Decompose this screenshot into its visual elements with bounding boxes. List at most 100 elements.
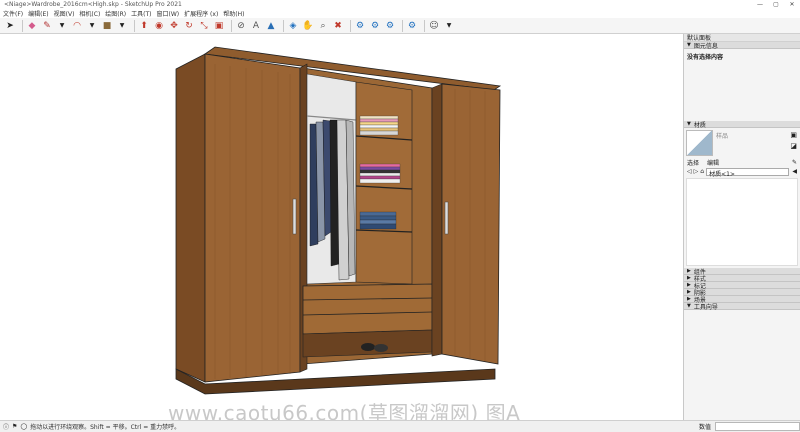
material-placeholder: 样品 xyxy=(716,133,729,140)
zoom-icon[interactable]: ⌕ xyxy=(317,20,329,32)
expand-triangle-icon: ▶ xyxy=(687,282,691,288)
menu-bar: 文件(F) 编辑(E) 视图(V) 相机(C) 绘图(R) 工具(T) 窗口(W… xyxy=(0,9,800,18)
home-icon[interactable]: ⌂ xyxy=(700,168,704,175)
layout-icon[interactable]: ⚙ xyxy=(406,20,418,32)
menu-window[interactable]: 窗口(W) xyxy=(157,9,180,18)
follow-me-icon[interactable]: ◉ xyxy=(153,20,165,32)
measurements-label: 数值 xyxy=(699,424,712,431)
entity-info-title: 图元信息 xyxy=(693,42,718,50)
push-pull-icon[interactable]: ⬆ xyxy=(138,20,150,32)
menu-edit[interactable]: 编辑(E) xyxy=(28,9,48,18)
instructor-header[interactable]: ▼ 工具向导 xyxy=(684,303,800,311)
measurements-box: 数值 xyxy=(695,422,800,432)
tab-edit[interactable]: 编辑 xyxy=(707,158,719,167)
select-tool-icon[interactable]: ➤ xyxy=(4,20,16,32)
toolbar-separator xyxy=(231,19,232,32)
material-grid[interactable] xyxy=(686,178,798,266)
menu-camera[interactable]: 相机(C) xyxy=(79,9,100,18)
rotate-icon[interactable]: ↻ xyxy=(183,20,195,32)
eyedropper-icon[interactable]: ✎ xyxy=(792,159,800,166)
measurements-input[interactable] xyxy=(715,422,800,431)
toolbar-separator xyxy=(350,19,351,32)
wardrobe-model xyxy=(175,46,502,395)
pencil-icon[interactable]: ✎ xyxy=(41,20,53,32)
modeling-viewport[interactable] xyxy=(0,34,683,420)
instructor-title: 工具向导 xyxy=(693,303,718,311)
menu-draw[interactable]: 绘图(R) xyxy=(105,9,126,18)
right-door[interactable] xyxy=(441,83,501,365)
orbit-icon[interactable]: ◈ xyxy=(287,20,299,32)
folded-clothes-top xyxy=(359,115,399,136)
left-door-handle xyxy=(292,198,297,235)
materials-nav: ◁ ▷ ⌂ 材质<1> ◀ xyxy=(684,167,800,178)
scale-icon[interactable]: ⤡ xyxy=(198,20,210,32)
offset-icon[interactable]: ▣ xyxy=(213,20,225,32)
toolbar-separator xyxy=(22,19,23,32)
zoom-extents-icon[interactable]: ✖ xyxy=(332,20,344,32)
expand-triangle-icon: ▶ xyxy=(687,275,691,281)
collapse-triangle-icon: ▼ xyxy=(687,42,691,48)
menu-file[interactable]: 文件(F) xyxy=(3,9,23,18)
tab-select[interactable]: 选择 xyxy=(687,158,699,167)
right-door-edge xyxy=(431,83,443,357)
details-arrow-icon[interactable]: ◀ xyxy=(792,168,800,175)
default-tray: 默认面板 ▼ 图元信息 没有选择内容 ▼ 材质 样品 ▣ ◪ 选择 编辑 ✎ ◁… xyxy=(683,34,800,420)
dropdown-icon[interactable]: ▼ xyxy=(116,20,128,32)
status-bar: ⓘ ⚑ ◯ 拖动以进行环绕观察。Shift = 平移。Ctrl = 重力禁呼。 … xyxy=(0,420,800,432)
menu-extensions[interactable]: 扩展程序 (x) xyxy=(184,9,218,18)
menu-view[interactable]: 视图(V) xyxy=(54,9,75,18)
status-text: 拖动以进行环绕观察。Shift = 平移。Ctrl = 重力禁呼。 xyxy=(30,424,181,431)
folded-clothes-middle xyxy=(359,163,401,184)
status-profile-icon[interactable]: ◯ xyxy=(20,423,27,430)
expand-triangle-icon: ▶ xyxy=(687,296,691,302)
folded-jeans xyxy=(359,211,397,230)
warehouse-icon[interactable]: ⚙ xyxy=(354,20,366,32)
dropdown-icon[interactable]: ▼ xyxy=(443,20,455,32)
dropdown-icon[interactable]: ▼ xyxy=(56,20,68,32)
pan-icon[interactable]: ✋ xyxy=(302,20,314,32)
back-arrow-icon[interactable]: ◁ xyxy=(687,168,692,175)
left-door[interactable] xyxy=(204,53,301,383)
default-material-icon[interactable]: ◪ xyxy=(790,142,797,150)
collapse-triangle-icon: ▼ xyxy=(687,121,691,127)
right-door-handle xyxy=(444,201,449,235)
main-toolbar: ➤ ◆ ✎ ▼ ◠ ▼ ■ ▼ ⬆ ◉ ✥ ↻ ⤡ ▣ ⊘ A ▲ ◈ ✋ ⌕ … xyxy=(0,18,800,34)
new-material-icon[interactable]: ▣ xyxy=(790,131,797,139)
window-controls: — ▢ ✕ xyxy=(752,1,800,8)
entity-info-empty-text: 没有选择内容 xyxy=(687,54,724,61)
collapse-triangle-icon: ▼ xyxy=(687,303,691,309)
close-button[interactable]: ✕ xyxy=(784,1,800,8)
material-swatch[interactable] xyxy=(686,130,713,156)
maximize-button[interactable]: ▢ xyxy=(768,1,784,8)
paint-bucket-icon[interactable]: ▲ xyxy=(265,20,277,32)
tape-measure-icon[interactable]: ⊘ xyxy=(235,20,247,32)
share-icon[interactable]: ⚙ xyxy=(384,20,396,32)
toolbar-separator xyxy=(402,19,403,32)
window-title: <Niage>Wardrobe_2016cm<High.skp - Sketch… xyxy=(4,1,182,8)
materials-tabs: 选择 编辑 ✎ xyxy=(684,158,800,167)
expand-triangle-icon: ▶ xyxy=(687,289,691,295)
menu-help[interactable]: 帮助(H) xyxy=(223,9,244,18)
arc-icon[interactable]: ◠ xyxy=(71,20,83,32)
material-library-select[interactable]: 材质<1> xyxy=(706,167,790,178)
rectangle-icon[interactable]: ■ xyxy=(101,20,113,32)
status-geo-icon[interactable]: ⚑ xyxy=(12,423,17,430)
drawer-unit xyxy=(302,283,433,335)
menu-tools[interactable]: 工具(T) xyxy=(131,9,151,18)
dropdown-icon[interactable]: ▼ xyxy=(86,20,98,32)
eraser-icon[interactable]: ◆ xyxy=(26,20,38,32)
status-info-icon[interactable]: ⓘ xyxy=(3,422,9,431)
toolbar-separator xyxy=(134,19,135,32)
materials-header[interactable]: ▼ 材质 xyxy=(684,121,800,129)
account-icon[interactable]: ☺ xyxy=(428,20,440,32)
minimize-button[interactable]: — xyxy=(752,1,768,8)
left-side-panel xyxy=(175,53,206,383)
forward-arrow-icon[interactable]: ▷ xyxy=(694,168,699,175)
text-icon[interactable]: A xyxy=(250,20,262,32)
material-library-value: 材质<1> xyxy=(709,170,735,178)
toolbar-separator xyxy=(424,19,425,32)
entity-info-header[interactable]: ▼ 图元信息 xyxy=(684,42,800,50)
title-bar: <Niage>Wardrobe_2016cm<High.skp - Sketch… xyxy=(0,0,800,9)
extension-icon[interactable]: ⚙ xyxy=(369,20,381,32)
move-icon[interactable]: ✥ xyxy=(168,20,180,32)
